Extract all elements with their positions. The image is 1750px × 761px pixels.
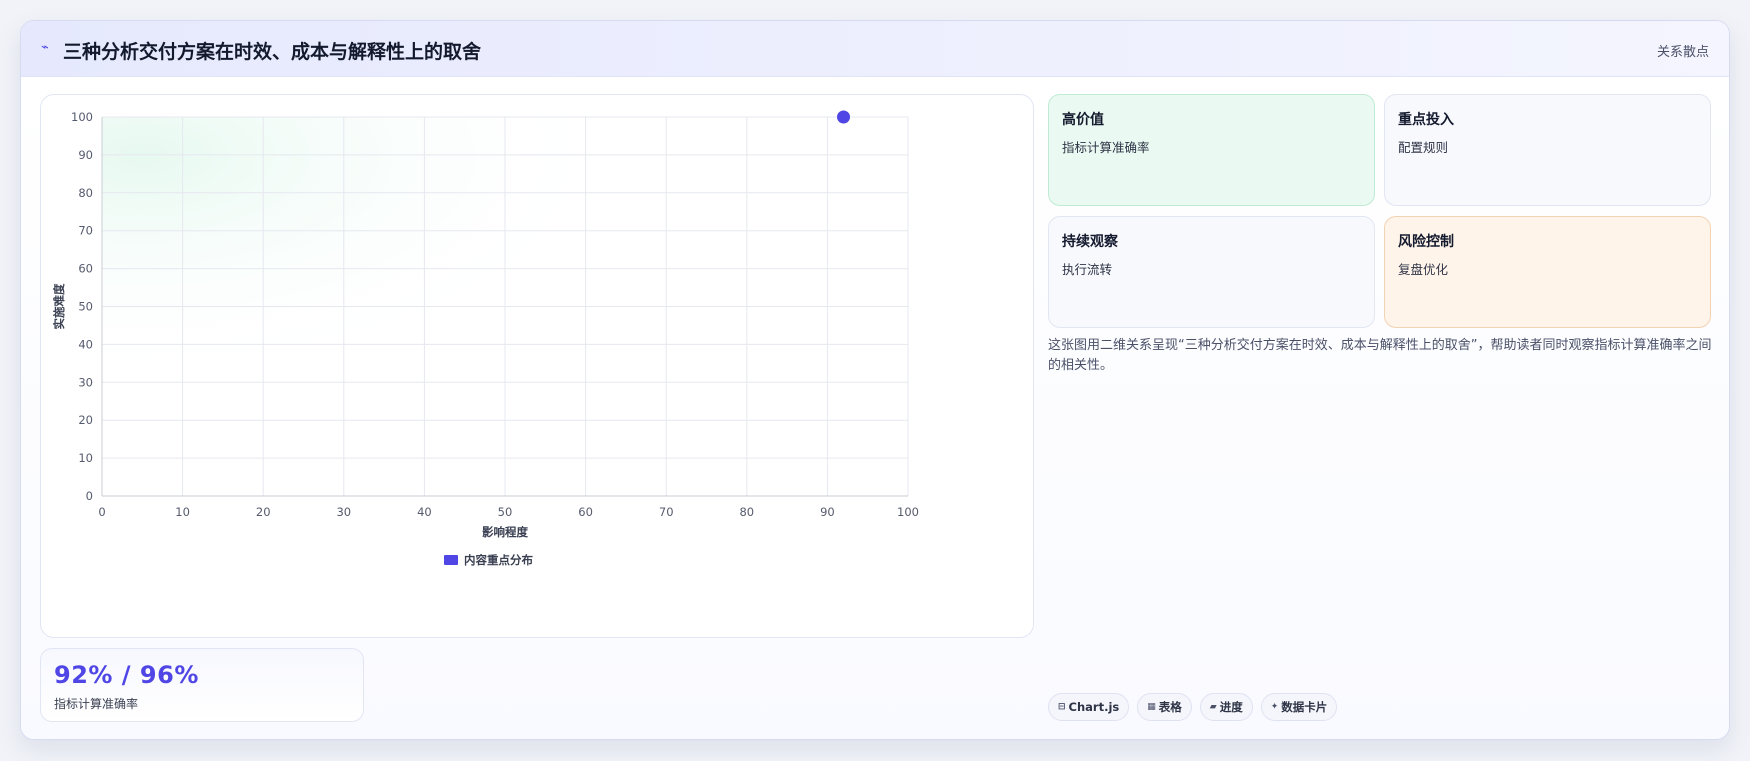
- card-subtitle: 指标计算准确率: [1062, 140, 1150, 155]
- y-tick-label: 30: [78, 375, 93, 389]
- lightning-icon: ⌁: [41, 40, 49, 55]
- chip-progress[interactable]: ▰ 进度: [1199, 693, 1253, 721]
- kpi-card: 92% / 96% 指标计算准确率: [40, 648, 364, 722]
- y-tick-label: 100: [71, 110, 93, 124]
- x-tick-label: 50: [498, 505, 513, 519]
- card-title: 重点投入: [1398, 112, 1454, 128]
- chart-description: 这张图用二维关系呈现“三种分析交付方案在时效、成本与解释性上的取舍”，帮助读者同…: [1048, 338, 1712, 373]
- progress-icon: ▰: [1209, 702, 1217, 712]
- panel-header: ⌁ 三种分析交付方案在时效、成本与解释性上的取舍 关系散点: [21, 21, 1729, 77]
- x-tick-label: 30: [336, 505, 351, 519]
- x-axis-label: 影响程度: [482, 525, 528, 539]
- chip-label: 表格: [1158, 700, 1182, 714]
- card-subtitle: 执行流转: [1062, 262, 1113, 277]
- chart-type-tag: 关系散点: [1656, 45, 1709, 60]
- card-key-investment[interactable]: 重点投入 配置规则: [1384, 94, 1711, 206]
- y-tick-label: 40: [78, 337, 93, 351]
- y-tick-label: 60: [78, 262, 93, 276]
- chip-label: 进度: [1219, 700, 1243, 714]
- table-icon: ▦: [1147, 702, 1156, 712]
- chip-label: 数据卡片: [1281, 700, 1328, 714]
- y-tick-label: 50: [78, 300, 93, 314]
- y-tick-label: 0: [86, 489, 93, 503]
- card-subtitle: 配置规则: [1398, 140, 1449, 155]
- x-tick-label: 20: [256, 505, 271, 519]
- chip-chartjs[interactable]: ⊟ Chart.js: [1048, 693, 1130, 721]
- page-title: 三种分析交付方案在时效、成本与解释性上的取舍: [63, 41, 482, 63]
- scatter-chart: 0 10 20 30 40 50 60 70 80 90 100 0 10 20 30 40 50 60 70 80 9…: [52, 110, 919, 567]
- x-tick-label: 60: [578, 505, 593, 519]
- y-tick-label: 80: [78, 186, 93, 200]
- x-tick-label: 40: [417, 505, 432, 519]
- x-tick-label: 0: [98, 505, 105, 519]
- data-point: [837, 110, 851, 124]
- kpi-label: 指标计算准确率: [54, 697, 139, 711]
- card-high-value[interactable]: 高价值 指标计算准确率: [1048, 94, 1375, 206]
- kpi-value: 92% / 96%: [54, 661, 199, 689]
- chip-label: Chart.js: [1068, 700, 1120, 714]
- legend-label: 内容重点分布: [464, 553, 533, 567]
- chart-icon: ⊟: [1058, 702, 1066, 712]
- legend-swatch: [444, 555, 458, 565]
- dashboard-panel: ⌁ 三种分析交付方案在时效、成本与解释性上的取舍 关系散点 0 10 20 30 40 5…: [20, 20, 1730, 740]
- x-tick-label: 100: [897, 505, 919, 519]
- sparkle-icon: ✦: [1270, 702, 1279, 712]
- y-tick-label: 70: [78, 224, 93, 238]
- card-keep-watching[interactable]: 持续观察 执行流转: [1048, 216, 1375, 328]
- x-tick-label: 90: [820, 505, 835, 519]
- x-tick-label: 70: [659, 505, 674, 519]
- card-subtitle: 复盘优化: [1398, 262, 1449, 277]
- chip-table[interactable]: ▦ 表格: [1137, 693, 1192, 721]
- card-title: 高价值: [1062, 112, 1104, 128]
- chart-legend: 内容重点分布: [444, 553, 533, 567]
- scatter-chart-card: 0 10 20 30 40 50 60 70 80 90 100 0 10 20 30 40 50 60 70 80 9…: [40, 94, 1034, 638]
- x-tick-label: 10: [175, 505, 190, 519]
- data-points: [837, 110, 851, 124]
- chip-data-card[interactable]: ✦ 数据卡片: [1260, 693, 1338, 721]
- y-tick-label: 90: [78, 148, 93, 162]
- card-title: 持续观察: [1062, 234, 1118, 250]
- y-axis-label: 实施难度: [52, 283, 66, 329]
- x-tick-label: 80: [739, 505, 754, 519]
- tech-chips: ⊟ Chart.js ▦ 表格 ▰ 进度 ✦ 数据卡片: [1048, 693, 1338, 721]
- y-tick-label: 10: [78, 451, 93, 465]
- card-risk-control[interactable]: 风险控制 复盘优化: [1384, 216, 1711, 328]
- card-title: 风险控制: [1398, 234, 1454, 250]
- y-tick-label: 20: [78, 413, 93, 427]
